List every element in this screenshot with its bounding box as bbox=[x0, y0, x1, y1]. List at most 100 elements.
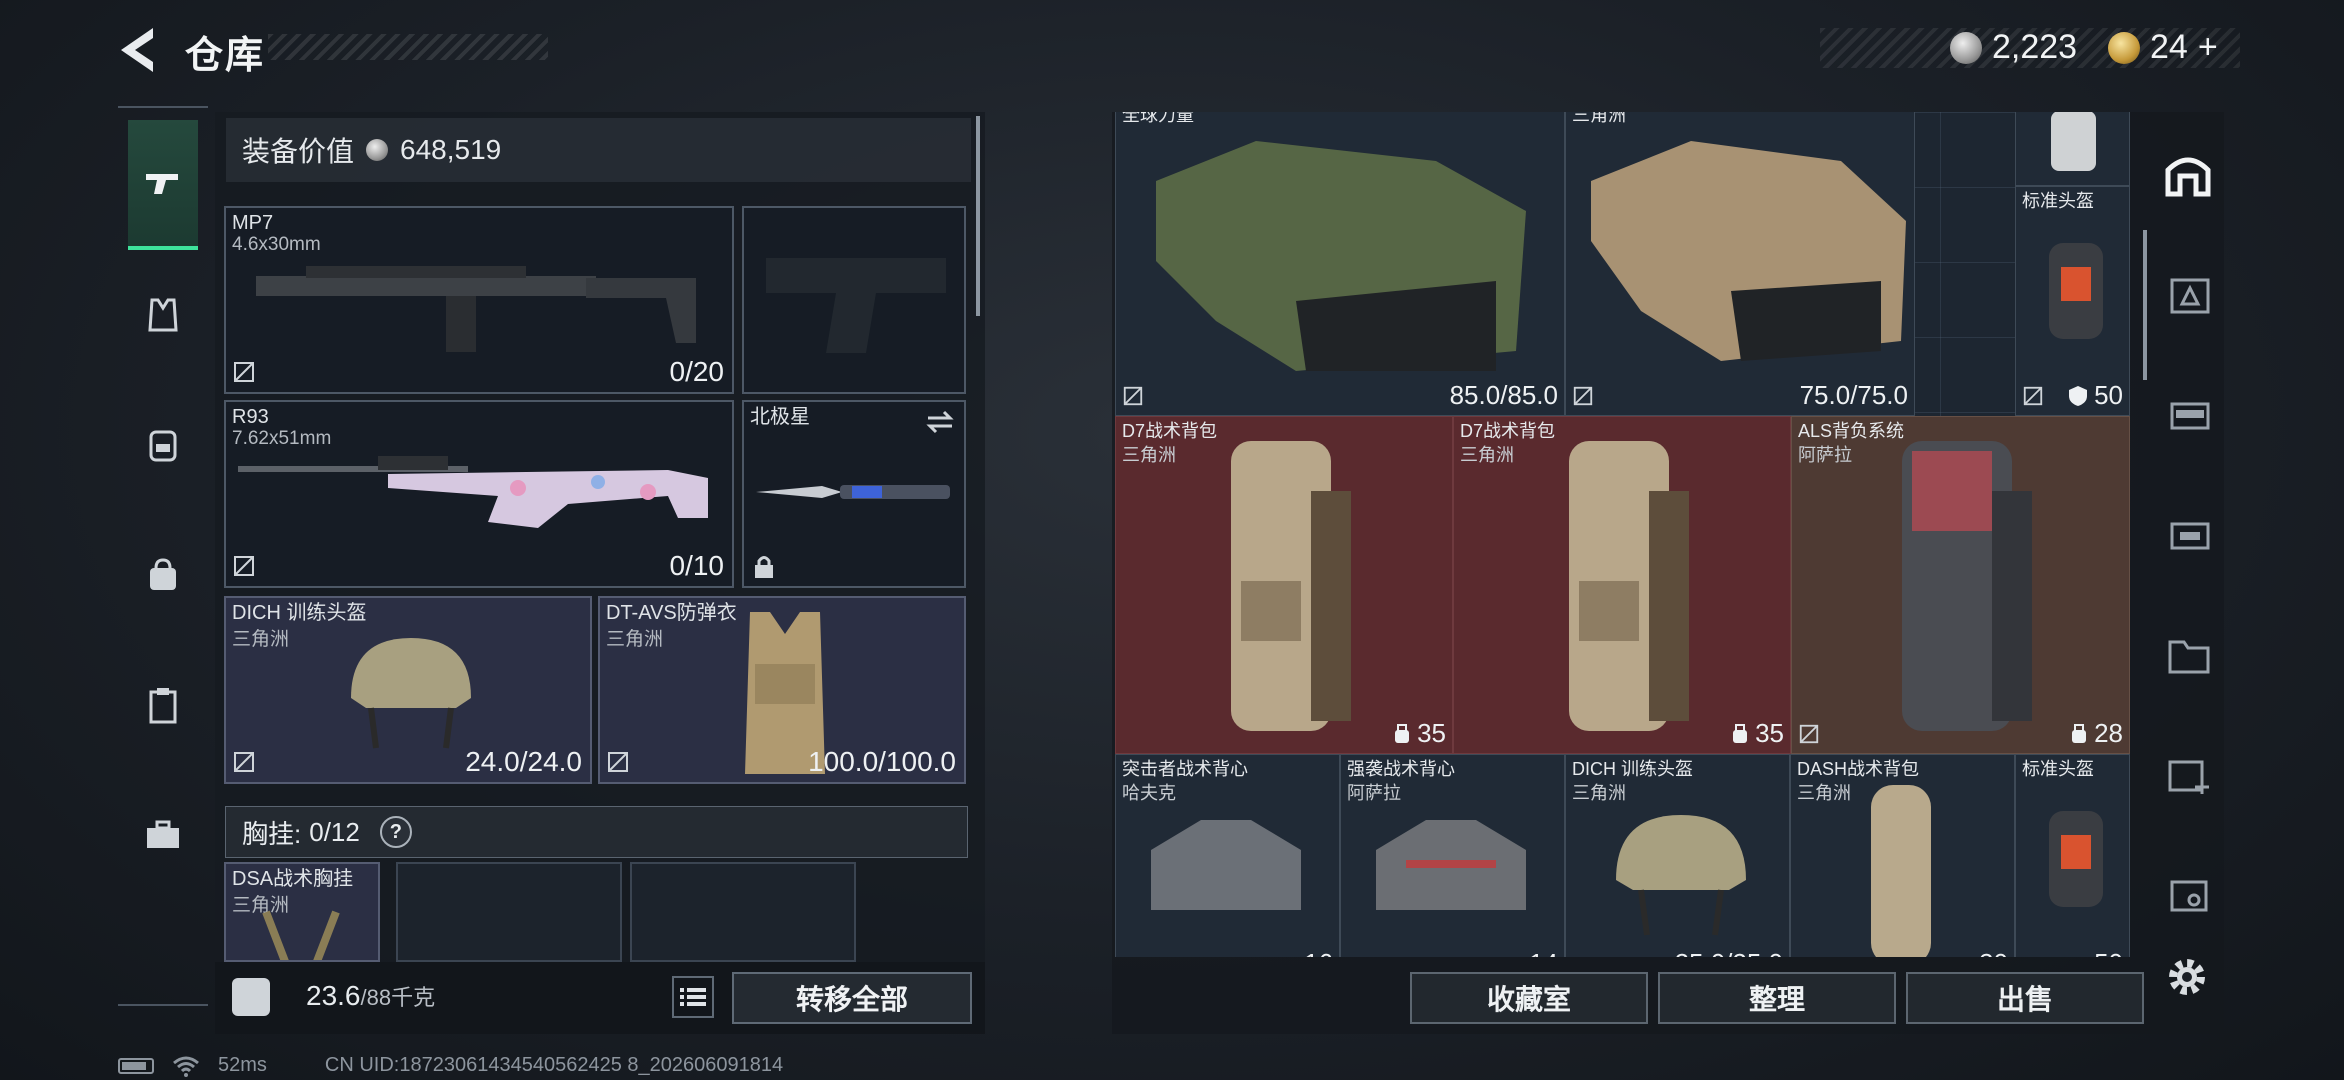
chest-rig-image bbox=[262, 910, 340, 960]
equipment-value: 装备价值 648,519 bbox=[226, 118, 971, 182]
rail-item-chest-rig[interactable] bbox=[128, 250, 198, 380]
wifi-icon bbox=[173, 1056, 199, 1077]
sell-button[interactable]: 出售 bbox=[1906, 972, 2144, 1024]
tab-storage-key[interactable] bbox=[2158, 864, 2218, 924]
vest-image bbox=[1151, 820, 1301, 910]
not-insured-icon bbox=[234, 362, 254, 382]
helmet-image bbox=[351, 638, 471, 749]
storage-item[interactable]: 标准头盔 50 bbox=[2015, 186, 2130, 416]
backpack-image bbox=[1569, 441, 1689, 731]
title-decoration bbox=[268, 34, 548, 60]
currency-gold[interactable]: 24 + bbox=[2108, 28, 2218, 67]
list-view-button[interactable] bbox=[672, 976, 714, 1018]
storage-item[interactable]: DASH战术背包 三角洲 30 bbox=[1790, 754, 2015, 957]
back-button[interactable] bbox=[115, 22, 163, 78]
armor-image bbox=[1156, 141, 1526, 371]
backpack-image bbox=[1231, 441, 1351, 731]
capacity-icon bbox=[1733, 723, 1748, 743]
chest-rig-bar: 胸挂: 0/12 ? bbox=[225, 806, 968, 858]
tab-storage-4a[interactable] bbox=[2158, 264, 2218, 324]
weight-icon bbox=[232, 978, 270, 1016]
battery-icon bbox=[118, 1057, 154, 1074]
home-icon bbox=[2165, 157, 2211, 197]
storage-tab-icon bbox=[2170, 402, 2210, 430]
not-insured-icon bbox=[1123, 386, 1143, 406]
helmet-image bbox=[1616, 815, 1746, 936]
help-button[interactable]: ? bbox=[379, 816, 412, 848]
equipment-scrollbar[interactable] bbox=[976, 116, 980, 316]
roll-image bbox=[2051, 112, 2096, 171]
chest-rig-empty-slot[interactable] bbox=[630, 862, 856, 962]
clipboard-icon bbox=[149, 688, 177, 724]
status-bar: 52ms CN UID:18723061434540562425 8_20260… bbox=[118, 1054, 783, 1077]
shield-icon bbox=[2069, 385, 2088, 406]
storage-item[interactable]: DICH 训练头盔 三角洲 25.0/25.0 bbox=[1565, 754, 1790, 957]
storage-tab-icon bbox=[2170, 522, 2210, 550]
tab-storage-4b[interactable] bbox=[2158, 384, 2218, 444]
melee-slot[interactable]: 北极星 bbox=[742, 400, 966, 588]
helmet-image bbox=[2049, 811, 2103, 907]
organize-button[interactable]: 整理 bbox=[1658, 972, 1896, 1024]
storage-item[interactable] bbox=[2015, 112, 2130, 186]
primary-weapon-slot[interactable]: MP7 4.6x30mm 0/20 bbox=[224, 206, 734, 394]
storage-item[interactable]: 强袭战术背心 阿萨拉 14 bbox=[1340, 754, 1565, 957]
medical-icon bbox=[2168, 760, 2209, 794]
add-currency-button[interactable]: + bbox=[2198, 28, 2218, 67]
storage-scrollbar[interactable] bbox=[2143, 230, 2147, 380]
not-insured-icon bbox=[1799, 724, 1819, 744]
tab-storage-3[interactable] bbox=[2158, 504, 2218, 564]
pistol-placeholder-icon bbox=[766, 258, 946, 353]
currency-silver: 2,223 bbox=[1950, 28, 2077, 67]
backpack-image bbox=[1902, 441, 2032, 731]
mp7-image bbox=[256, 266, 696, 352]
helmet-slot[interactable]: DICH 训练头盔 三角洲 24.0/24.0 bbox=[224, 596, 592, 784]
folder-icon bbox=[2168, 640, 2210, 674]
briefcase-icon bbox=[147, 820, 179, 848]
tab-storage-medical[interactable] bbox=[2158, 744, 2218, 804]
pistol-slot-empty[interactable] bbox=[742, 206, 966, 394]
rail-item-clipboard[interactable] bbox=[128, 640, 198, 770]
armor-slot[interactable]: DT-AVS防弹衣 三角洲 100.0/100.0 bbox=[598, 596, 966, 784]
transfer-all-button[interactable]: 转移全部 bbox=[732, 972, 972, 1024]
gold-coin-icon bbox=[2108, 31, 2140, 64]
pistol-icon bbox=[146, 174, 178, 194]
chest-rig-item[interactable]: DSA战术胸挂 三角洲 bbox=[224, 862, 380, 962]
tab-storage-folder[interactable] bbox=[2158, 624, 2218, 684]
secondary-weapon-slot[interactable]: R93 7.62x51mm 0/10 bbox=[224, 400, 734, 588]
rail-item-bag[interactable] bbox=[128, 510, 198, 640]
list-icon bbox=[680, 988, 706, 1006]
not-insured-icon bbox=[1573, 386, 1593, 406]
helmet-image bbox=[2049, 243, 2103, 339]
page-title: 仓库 bbox=[185, 35, 266, 77]
not-insured-icon bbox=[234, 556, 254, 576]
storage-item[interactable]: 全球力量 85.0/85.0 bbox=[1115, 112, 1565, 416]
bag-icon bbox=[150, 558, 176, 590]
storage-item[interactable]: D7战术背包 三角洲 35 bbox=[1453, 416, 1791, 754]
storage-item[interactable]: 三角洲 75.0/75.0 bbox=[1565, 112, 1915, 416]
rail-item-weapons[interactable] bbox=[128, 120, 198, 250]
key-icon bbox=[2170, 880, 2208, 912]
back-arrow-icon bbox=[121, 28, 153, 72]
not-insured-icon bbox=[2023, 386, 2043, 406]
storage-grid: 全球力量 85.0/85.0 三角洲 75.0/75.0 标准头盔 50 D7战… bbox=[1115, 112, 2130, 957]
r93-image bbox=[238, 456, 708, 528]
rail-item-toolbox[interactable] bbox=[128, 770, 198, 900]
not-insured-icon bbox=[234, 752, 254, 772]
collection-room-button[interactable]: 收藏室 bbox=[1410, 972, 1648, 1024]
backpack-icon bbox=[149, 430, 177, 462]
chest-rig-empty-slot[interactable] bbox=[396, 862, 622, 962]
swap-icon[interactable] bbox=[924, 408, 956, 436]
vest-image bbox=[1376, 820, 1526, 910]
storage-item[interactable]: D7战术背包 三角洲 35 bbox=[1115, 416, 1453, 754]
settings-gear-icon[interactable] bbox=[2162, 952, 2212, 1002]
storage-item[interactable]: ALS背负系统 阿萨拉 28 bbox=[1791, 416, 2130, 754]
storage-item[interactable]: 突击者战术背心 哈夫克 16 bbox=[1115, 754, 1340, 957]
lock-icon bbox=[755, 556, 773, 578]
rail-item-backpack[interactable] bbox=[128, 380, 198, 510]
silver-coin-icon bbox=[1950, 31, 1982, 64]
backpack-image bbox=[1871, 785, 1931, 957]
capacity-icon bbox=[1395, 723, 1410, 743]
tab-home[interactable] bbox=[2158, 144, 2218, 204]
storage-item[interactable]: 标准头盔 50 bbox=[2015, 754, 2130, 957]
capacity-icon bbox=[2072, 723, 2087, 743]
